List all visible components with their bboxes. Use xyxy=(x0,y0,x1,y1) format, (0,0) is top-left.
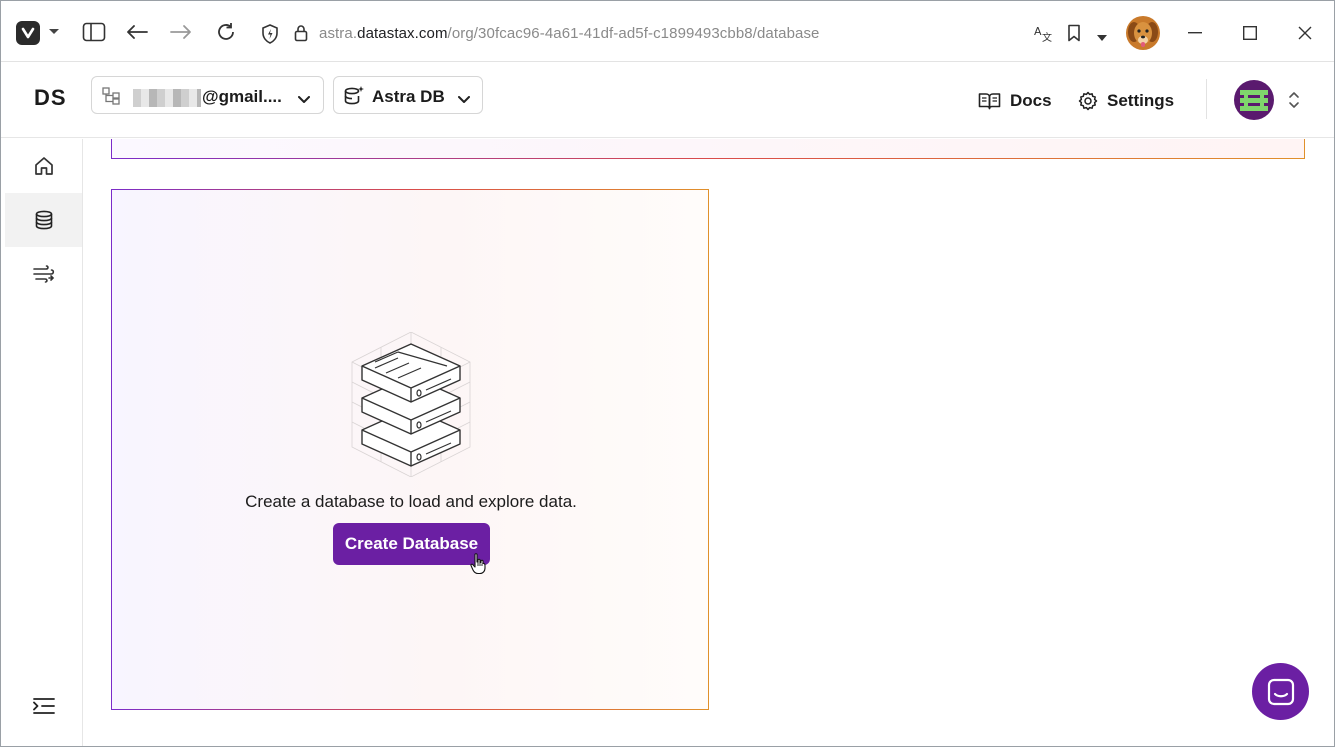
org-selector[interactable]: @gmail.... xyxy=(91,76,324,114)
shield-icon[interactable] xyxy=(261,24,279,49)
sidebar-collapse-button[interactable] xyxy=(5,679,82,733)
docs-link[interactable]: Docs xyxy=(978,91,1052,111)
database-sparkle-icon xyxy=(343,85,365,112)
account-switcher-chevron-icon[interactable] xyxy=(1288,90,1300,115)
browser-toolbar: astra.datastax.com/org/30fcac96-4a61-41d… xyxy=(1,1,1334,62)
chevron-down-icon xyxy=(298,91,310,109)
browser-window: astra.datastax.com/org/30fcac96-4a61-41d… xyxy=(0,0,1335,747)
header-divider xyxy=(1206,79,1207,119)
user-avatar[interactable] xyxy=(1234,80,1274,120)
empty-state-card: Create a database to load and explore da… xyxy=(111,189,709,710)
redacted-email xyxy=(133,89,201,107)
reload-icon[interactable] xyxy=(213,17,239,47)
browser-profile-avatar[interactable] xyxy=(1126,16,1160,50)
chevron-down-icon[interactable] xyxy=(41,17,67,47)
settings-link[interactable]: Settings xyxy=(1078,91,1174,111)
chevron-down-icon xyxy=(458,91,470,109)
svg-text:文: 文 xyxy=(1042,31,1052,43)
svg-text:A: A xyxy=(1034,25,1042,38)
sidebar-item-streaming[interactable] xyxy=(5,247,82,301)
sidebar-nav xyxy=(1,139,83,746)
gear-icon xyxy=(1078,91,1098,111)
home-icon xyxy=(34,157,53,175)
lock-icon[interactable] xyxy=(294,24,308,47)
minimize-icon[interactable] xyxy=(1180,19,1210,47)
database-icon xyxy=(35,210,52,230)
back-icon[interactable] xyxy=(124,17,150,47)
docs-label: Docs xyxy=(1010,91,1052,110)
org-selector-label: @gmail.... xyxy=(202,87,282,106)
vivaldi-menu-icon[interactable] xyxy=(16,21,40,45)
app-header: DS @gmail.... Astra DB Docs Settings xyxy=(1,63,1334,138)
mouse-cursor-icon xyxy=(470,553,486,580)
org-hierarchy-icon xyxy=(102,87,120,110)
book-icon xyxy=(978,93,1001,110)
chevron-down-icon[interactable] xyxy=(1096,29,1108,47)
url-text[interactable]: astra.datastax.com/org/30fcac96-4a61-41d… xyxy=(319,25,820,42)
collapse-menu-icon xyxy=(32,698,55,714)
sidebar-item-home[interactable] xyxy=(5,139,82,193)
empty-state-message: Create a database to load and explore da… xyxy=(245,492,577,511)
create-database-button[interactable]: Create Database xyxy=(333,523,490,565)
forward-icon[interactable] xyxy=(168,17,194,47)
datastax-logo[interactable]: DS xyxy=(34,85,67,111)
address-bar[interactable]: astra.datastax.com/org/30fcac96-4a61-41d… xyxy=(253,17,1121,49)
panel-toggle-icon[interactable] xyxy=(81,17,107,47)
product-selector[interactable]: Astra DB xyxy=(333,76,483,114)
support-chat-button[interactable] xyxy=(1252,663,1309,720)
info-banner xyxy=(111,139,1305,159)
sidebar-item-databases[interactable] xyxy=(5,193,82,247)
bookmark-icon[interactable] xyxy=(1067,24,1081,47)
translate-icon[interactable]: A文 xyxy=(1033,23,1053,48)
streaming-icon xyxy=(32,265,54,283)
product-selector-label: Astra DB xyxy=(372,87,445,106)
main-content: Create a database to load and explore da… xyxy=(84,139,1334,746)
settings-label: Settings xyxy=(1107,91,1175,110)
close-icon[interactable] xyxy=(1290,19,1320,47)
database-stack-illustration xyxy=(346,331,476,482)
maximize-icon[interactable] xyxy=(1235,19,1265,47)
chat-icon xyxy=(1267,678,1294,705)
